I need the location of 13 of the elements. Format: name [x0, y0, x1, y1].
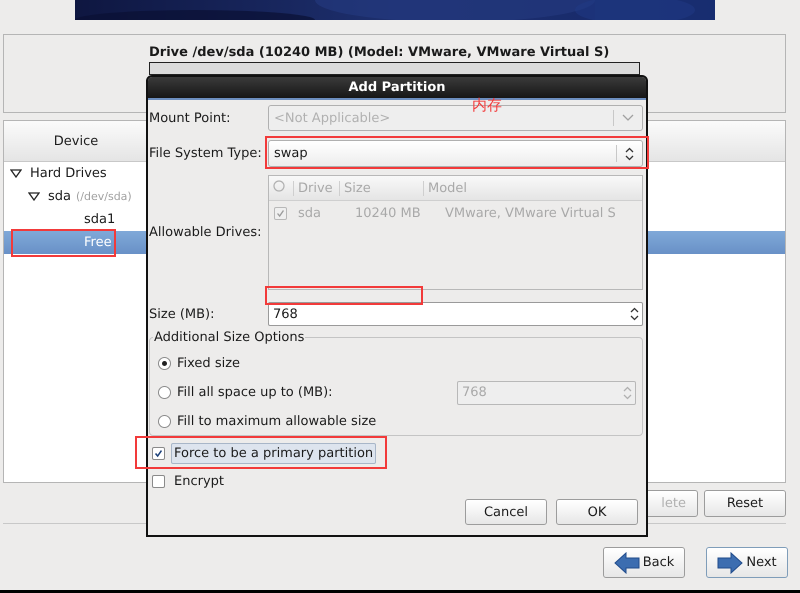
table-cell-text: VMware, VMware Virtual S — [445, 206, 617, 220]
field-label: Mount Point: — [148, 110, 232, 126]
table-cell-text: 10240 MB — [355, 206, 422, 220]
tree-item-label: Hard Drives — [30, 166, 107, 181]
table-cell-text: sda — [297, 206, 322, 220]
field-label: Allowable Drives: — [148, 225, 262, 240]
tree-item-label: sda — [48, 189, 71, 204]
field-label: Size (MB): — [148, 306, 216, 322]
tree-item-label: Free — [84, 235, 112, 250]
drive-title: Drive /dev/sda (10240 MB) (Model: VMware, VMware Virtual S) — [149, 45, 610, 60]
field-label: File System Type: — [148, 146, 263, 161]
group-title: Additional Size Options — [153, 330, 306, 345]
device-path: (/dev/sda) — [76, 190, 132, 203]
